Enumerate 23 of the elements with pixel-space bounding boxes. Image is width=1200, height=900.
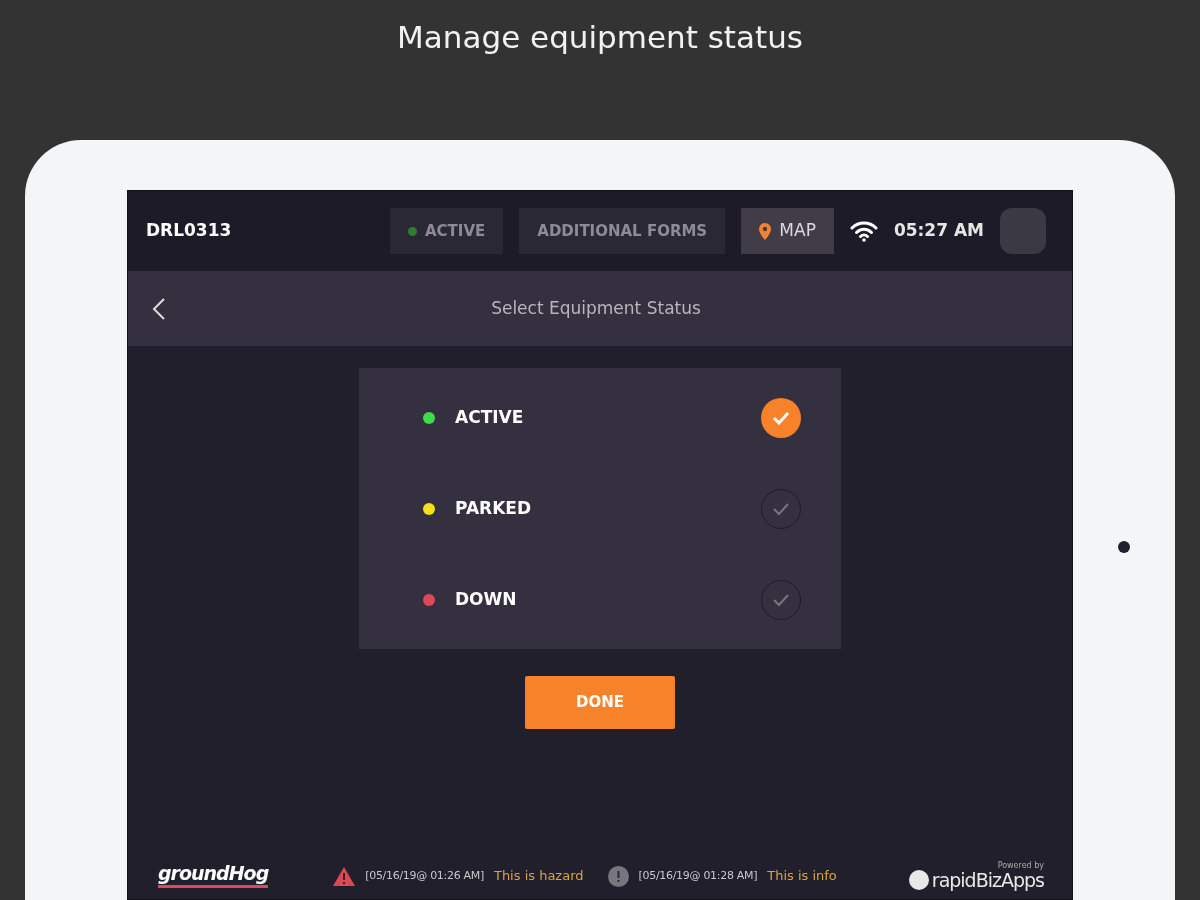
alert-timestamp: [05/16/19@ 01:28 AM] — [638, 867, 758, 884]
home-button[interactable] — [1118, 541, 1130, 553]
info-icon — [607, 865, 629, 887]
additional-forms-button[interactable]: ADDITIONAL FORMS — [519, 208, 726, 254]
groundhog-logo: groundHog — [158, 864, 269, 888]
status-option[interactable]: DOWN — [359, 554, 841, 645]
equipment-id: DRL0313 — [146, 219, 233, 243]
alert-message[interactable]: This is hazard — [493, 866, 584, 886]
status-option[interactable]: PARKED — [359, 463, 841, 554]
map-button[interactable]: MAP — [741, 208, 834, 254]
warning-icon — [333, 866, 356, 886]
screen-title: Select Equipment Status — [490, 296, 702, 320]
alert-timestamp: [05/16/19@ 01:26 AM] — [365, 867, 484, 884]
logo-circle-icon — [908, 870, 929, 890]
location-pin-icon — [759, 222, 772, 240]
clock-time: 05:27 AM — [893, 219, 984, 243]
alert-message[interactable]: This is info — [767, 866, 837, 886]
page-caption: Manage equipment status — [396, 18, 804, 57]
status-option[interactable]: ACTIVE — [359, 372, 841, 463]
powered-by-label: Powered by — [997, 862, 1044, 870]
wifi-icon — [849, 220, 878, 242]
rapidbizapps-logo: rapidBizApps — [931, 870, 1044, 890]
status-button[interactable]: ACTIVE — [390, 208, 504, 254]
